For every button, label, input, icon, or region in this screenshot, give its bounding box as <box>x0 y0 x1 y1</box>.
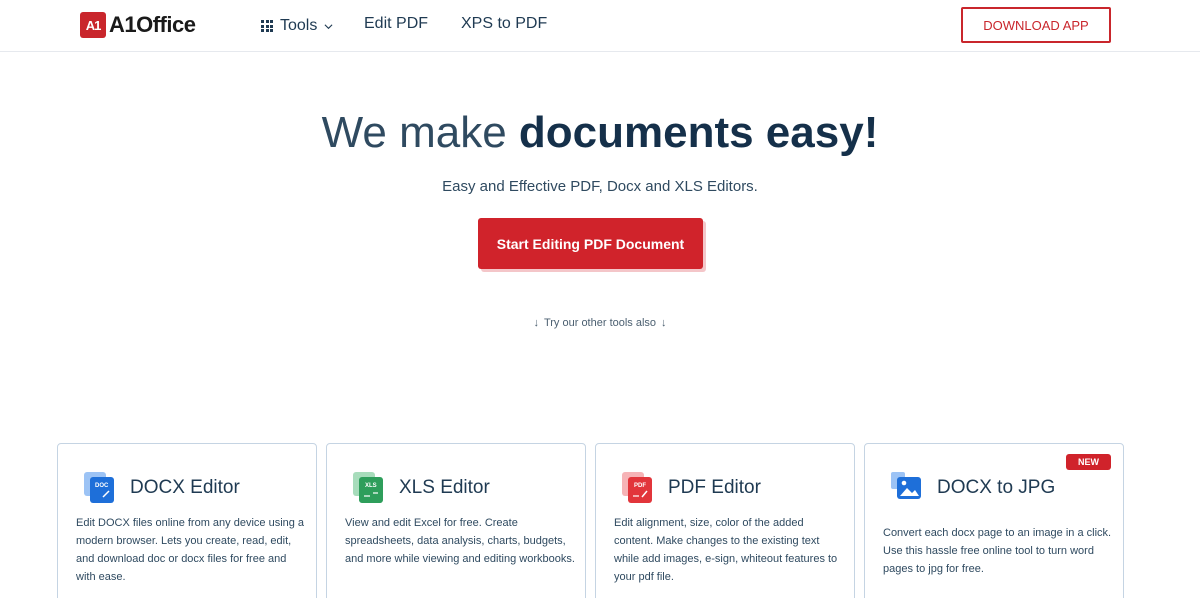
card-title: DOCX to JPG <box>937 477 1056 498</box>
site-header: A1 A1Office Tools Edit PDF XPS to PDF DO… <box>0 0 1200 52</box>
pdf-icon-tag: PDF <box>634 483 646 489</box>
apps-grid-icon <box>261 20 273 32</box>
tools-menu[interactable]: Tools <box>261 15 333 37</box>
card-docx-to-jpg[interactable]: NEW DOCX to JPG Convert each docx page t… <box>864 443 1124 598</box>
arrow-down-icon: ↓ <box>661 317 667 329</box>
logo-mark-icon: A1 <box>80 12 106 38</box>
tools-label: Tools <box>280 17 318 34</box>
xls-file-icon: XLS <box>353 472 383 503</box>
card-description: View and edit Excel for free. Create spr… <box>345 517 575 565</box>
nav-edit-pdf[interactable]: Edit PDF <box>364 15 428 33</box>
hero-title-bold: documents easy! <box>518 108 879 157</box>
start-editing-pdf-button[interactable]: Start Editing PDF Document <box>478 218 703 269</box>
logo-text: A1Office <box>109 12 196 37</box>
card-description: Edit DOCX files online from any device u… <box>76 517 305 583</box>
card-xls-editor[interactable]: XLS XLS Editor View and edit Excel for f… <box>326 443 586 598</box>
card-pdf-editor[interactable]: PDF PDF Editor Edit alignment, size, col… <box>595 443 855 598</box>
card-header: PDF PDF Editor <box>622 472 761 504</box>
hero-title-light: We make <box>321 108 519 157</box>
pdf-file-icon: PDF <box>622 472 652 503</box>
nav-xps-to-pdf[interactable]: XPS to PDF <box>461 15 547 33</box>
download-app-button[interactable]: DOWNLOAD APP <box>961 7 1111 43</box>
card-header: DOCX to JPG <box>891 472 1055 504</box>
chevron-down-icon <box>324 23 333 29</box>
try-other-tools-label: Try our other tools also <box>543 317 657 329</box>
try-other-tools: ↓ Try our other tools also ↓ <box>0 317 1200 329</box>
card-title: DOCX Editor <box>130 477 240 498</box>
card-title: XLS Editor <box>399 477 490 498</box>
docx-icon-tag: DOC <box>95 483 109 489</box>
card-header: DOC DOCX Editor <box>84 472 240 504</box>
card-description: Convert each docx page to an image in a … <box>883 527 1112 575</box>
docx-to-image-icon <box>891 472 921 499</box>
card-header: XLS XLS Editor <box>353 472 490 504</box>
a1office-logo[interactable]: A1 A1Office <box>80 11 196 39</box>
card-docx-editor[interactable]: DOC DOCX Editor Edit DOCX files online f… <box>57 443 317 598</box>
xls-icon-tag: XLS <box>365 483 377 489</box>
docx-file-icon: DOC <box>84 472 114 503</box>
card-description: Edit alignment, size, color of the added… <box>614 517 838 583</box>
arrow-down-icon: ↓ <box>533 317 539 329</box>
hero-title: We make documents easy! <box>0 108 1200 158</box>
hero-subtitle: Easy and Effective PDF, Docx and XLS Edi… <box>442 178 758 195</box>
card-title: PDF Editor <box>668 477 761 498</box>
new-badge: NEW <box>1066 454 1111 470</box>
